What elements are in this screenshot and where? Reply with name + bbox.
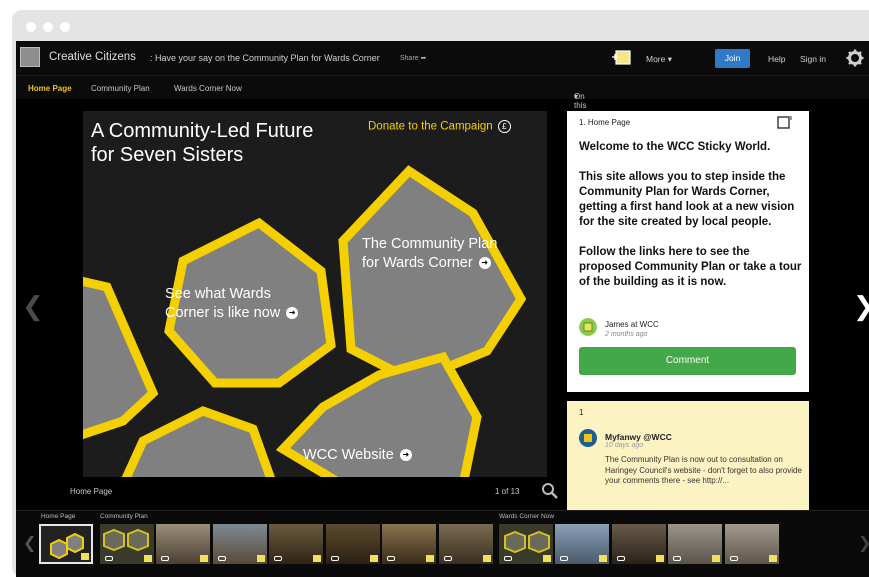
slide-thumbnail-strip: Home Page Community Plan Wards Corner No…: [16, 510, 869, 577]
slide-thumbnail-plan-5[interactable]: [326, 524, 380, 564]
close-dot-icon[interactable]: [26, 22, 36, 32]
strip-scroll-right-icon[interactable]: ❯: [858, 533, 869, 553]
share-arrow-icon: ➦: [420, 55, 427, 62]
note-paragraph-2: Follow the links here to see the propose…: [579, 246, 802, 288]
welcome-note-body: Welcome to the WCC Sticky World. This si…: [579, 140, 803, 305]
tab-wards-corner-now[interactable]: Wards Corner Now: [174, 84, 242, 93]
note-panel-title: 1. Home Page: [579, 118, 631, 127]
next-slide-arrow-icon[interactable]: ❯: [853, 291, 869, 322]
zoom-icon[interactable]: [541, 482, 559, 500]
slide-thumbnail-now-2[interactable]: [555, 524, 609, 564]
caret-down-icon: ▾: [667, 54, 673, 64]
wcc-website-label: WCC Website: [303, 447, 394, 463]
wards-corner-now-link[interactable]: See what Wards Corner is like now ➜: [165, 285, 315, 323]
donate-label: Donate to the Campaign: [368, 120, 493, 133]
tab-home-page[interactable]: Home Page: [28, 84, 72, 93]
donate-link[interactable]: Donate to the Campaign £: [368, 120, 511, 133]
slide-thumbnail-plan-7[interactable]: [439, 524, 493, 564]
current-slide-name: Home Page: [70, 487, 113, 496]
slide-counter: 1 of 13: [495, 487, 520, 496]
app-screen: Creative Citizens : Have your say on the…: [16, 41, 869, 577]
sticky-note-comment[interactable]: 1 Myfanwy @WCC 10 days ago The Community…: [567, 401, 809, 511]
note-heading: Welcome to the WCC Sticky World.: [579, 141, 771, 153]
minimize-dot-icon[interactable]: [43, 22, 53, 32]
comment-button[interactable]: Comment: [579, 347, 796, 375]
more-label: More: [646, 54, 666, 64]
help-link[interactable]: Help: [768, 54, 785, 64]
join-button[interactable]: Join: [715, 49, 750, 68]
comment-message: The Community Plan is now out to consult…: [605, 455, 802, 485]
comment-number: 1: [579, 408, 584, 417]
share-link[interactable]: Share ➦: [400, 54, 427, 62]
strip-scroll-left-icon[interactable]: ❮: [23, 533, 36, 553]
slide-footer: Home Page 1 of 13: [16, 477, 576, 507]
share-label: Share: [400, 55, 419, 62]
hexagon-bottom-partial: [121, 406, 275, 477]
slide-thumbnail-plan-6[interactable]: [382, 524, 436, 564]
top-bar: Creative Citizens : Have your say on the…: [16, 41, 869, 75]
author-name[interactable]: James at WCC: [605, 320, 659, 329]
wards-corner-now-label: See what Wards Corner is like now: [165, 286, 281, 321]
page-breadcrumb: : Have your say on the Community Plan fo…: [150, 53, 380, 63]
arrow-right-circle-icon: ➜: [478, 257, 491, 270]
community-plan-label: The Community Plan for Wards Corner: [362, 236, 498, 271]
slide-canvas: A Community-Led Future for Seven Sisters…: [83, 111, 547, 477]
tab-community-plan[interactable]: Community Plan: [91, 84, 150, 93]
community-plan-link[interactable]: The Community Plan for Wards Corner ➜: [362, 235, 512, 273]
slide-thumbnail-home[interactable]: [39, 524, 93, 564]
sticky-note-icon[interactable]: [777, 116, 793, 130]
site-logo[interactable]: [20, 47, 40, 67]
sign-in-link[interactable]: Sign in: [800, 54, 826, 64]
comment-time: 10 days ago: [605, 442, 644, 449]
window-controls: [26, 22, 70, 32]
note-paragraph-1: This site allows you to step inside the …: [579, 171, 795, 228]
more-menu[interactable]: More ▾: [646, 54, 672, 65]
slide-thumbnail-now-4[interactable]: [668, 524, 722, 564]
caret-down-icon: ▾: [574, 92, 579, 101]
pound-icon: £: [497, 120, 511, 133]
author-time: 2 months ago: [605, 331, 648, 338]
add-note-icon[interactable]: [612, 49, 632, 66]
group-label-community-plan: Community Plan: [100, 513, 148, 520]
welcome-note-panel: 1. Home Page Welcome to the WCC Sticky W…: [567, 111, 809, 392]
slide-title: A Community-Led Future for Seven Sisters: [91, 120, 314, 166]
gear-icon[interactable]: [846, 49, 864, 67]
arrow-right-circle-icon: ➜: [399, 449, 412, 462]
slide-thumbnail-now-1[interactable]: [499, 524, 553, 564]
comment-author[interactable]: Myfanwy @WCC: [605, 432, 672, 442]
group-label-wards-corner-now: Wards Corner Now: [499, 513, 555, 520]
hexagon-left-partial: [83, 276, 159, 440]
avatar[interactable]: [579, 318, 597, 336]
slide-thumbnail-now-5[interactable]: [725, 524, 779, 564]
slide-tabs: Home Page Community Plan Wards Corner No…: [16, 75, 869, 119]
arrow-right-circle-icon: ➜: [286, 307, 299, 320]
previous-slide-arrow-icon[interactable]: ❮: [22, 291, 44, 322]
wcc-website-link[interactable]: WCC Website ➜: [303, 446, 463, 465]
slide-thumbnail-now-3[interactable]: [612, 524, 666, 564]
hexagon-community-plan[interactable]: [338, 165, 527, 386]
slide-thumbnail-plan-1[interactable]: [100, 524, 154, 564]
slide-thumbnail-plan-3[interactable]: [213, 524, 267, 564]
slide-thumbnail-plan-2[interactable]: [156, 524, 210, 564]
brand-title[interactable]: Creative Citizens: [49, 51, 136, 63]
maximize-dot-icon[interactable]: [60, 22, 70, 32]
avatar[interactable]: [579, 429, 597, 447]
slide-thumbnail-plan-4[interactable]: [269, 524, 323, 564]
group-label-home-page: Home Page: [41, 513, 76, 520]
